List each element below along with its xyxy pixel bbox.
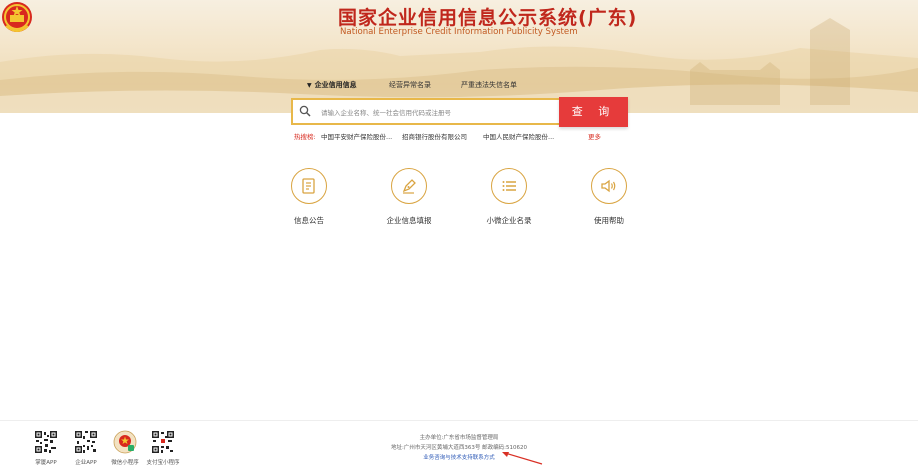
footer: 掌厦APP 企业APP 微信小程序 支付宝小程序 主办单位:广东省市场监督管理局…	[0, 420, 918, 474]
annotation-arrow-icon	[502, 452, 543, 465]
hot-search-item[interactable]: 招商银行股份有限公司	[402, 131, 467, 141]
hot-search-item[interactable]: 中国平安财产保险股份...	[321, 131, 392, 141]
list-icon	[502, 181, 516, 191]
qr-app-zhangxia[interactable]: 掌厦APP	[26, 430, 66, 467]
qr-code-icon	[34, 430, 58, 454]
feature-label: 信息公告	[294, 216, 324, 225]
qr-wechat-mini-program[interactable]: 微信小程序	[105, 430, 145, 467]
hot-search-bar: 热搜榜: 中国平安财产保险股份... 招商银行股份有限公司 中国人民财产保险股份…	[294, 131, 614, 141]
qr-code-icon	[74, 430, 98, 454]
search-input[interactable]	[319, 103, 559, 122]
footer-info: 主办单位:广东省市场监督管理局 地址:广州市天河区黄埔大道西363号 邮政编码:…	[300, 433, 618, 463]
site-subtitle: National Enterprise Credit Information P…	[340, 27, 578, 37]
feature-label: 使用帮助	[594, 216, 624, 225]
qr-alipay-mini-program[interactable]: 支付宝小程序	[143, 430, 183, 467]
qr-app-enterprise[interactable]: 企业APP	[66, 430, 106, 467]
qr-label: 微信小程序	[111, 460, 139, 466]
triangle-down-icon: ▼	[307, 82, 312, 89]
qr-label: 企业APP	[75, 460, 97, 466]
tab-enterprise-credit[interactable]: ▼ 企业信用信息	[307, 80, 357, 90]
pen-icon	[402, 179, 416, 194]
qr-label: 支付宝小程序	[146, 460, 180, 466]
footer-address: 地址:广州市天河区黄埔大道西363号 邮政编码:510620	[391, 445, 527, 451]
feature-usage-help[interactable]: 使用帮助	[569, 168, 649, 226]
national-emblem-icon	[2, 2, 32, 32]
feature-label: 小微企业名录	[486, 216, 532, 225]
feature-info-announcement[interactable]: 信息公告	[269, 168, 349, 226]
search-button[interactable]: 查 询	[559, 97, 628, 127]
search-icon	[299, 105, 311, 117]
hot-search-more-link[interactable]: 更多	[588, 131, 601, 141]
search-box	[291, 98, 559, 125]
feature-small-business-list[interactable]: 小微企业名录	[469, 168, 549, 226]
qr-code-icon	[151, 430, 175, 454]
hot-search-label: 热搜榜:	[294, 133, 316, 141]
tab-serious-violation[interactable]: 严重违法失信名单	[461, 80, 517, 90]
document-icon	[302, 178, 315, 194]
feature-enterprise-report[interactable]: 企业信息填报	[369, 168, 449, 226]
header-banner: 国家企业信用信息公示系统(广东) National Enterprise Cre…	[0, 0, 918, 113]
site-title: 国家企业信用信息公示系统(广东)	[338, 7, 638, 29]
footer-sponsor: 主办单位:广东省市场监督管理局	[419, 435, 499, 441]
contact-support-link[interactable]: 业务咨询与技术支持联系方式	[300, 453, 618, 463]
tab-abnormal-operation[interactable]: 经营异常名录	[389, 80, 431, 90]
feature-label: 企业信息填报	[386, 216, 432, 225]
hot-search-item[interactable]: 中国人民财产保险股份...	[483, 131, 554, 141]
speaker-icon	[601, 179, 616, 193]
mini-program-code-icon	[113, 430, 137, 454]
qr-label: 掌厦APP	[35, 460, 57, 466]
